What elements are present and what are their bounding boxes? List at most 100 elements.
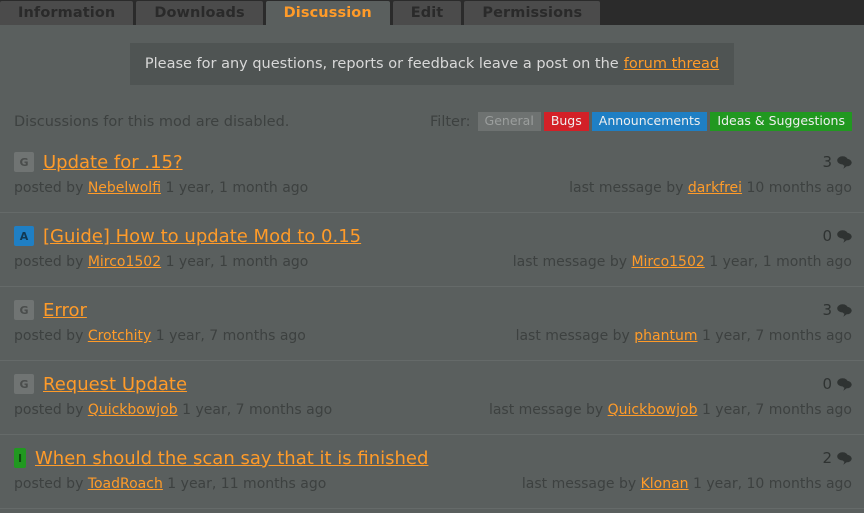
discussion-title-wrap: G Update for .15?	[14, 152, 183, 173]
discussion-row-top: G Error 3	[14, 287, 852, 327]
discussion-row-bottom: posted by Crotchity 1 year, 7 months ago…	[14, 327, 852, 344]
last-message-time: 1 year, 1 month ago	[709, 254, 852, 270]
posted-by-user-link[interactable]: Nebelwolfi	[88, 180, 161, 196]
posted-by-label: posted by	[14, 328, 84, 344]
comment-bubble-icon	[837, 451, 852, 465]
reply-count: 3	[822, 153, 832, 171]
posted-by-label: posted by	[14, 180, 84, 196]
posted-meta: posted by Quickbowjob 1 year, 7 months a…	[14, 402, 332, 418]
banner-text: Please for any questions, reports or fee…	[144, 56, 619, 72]
discussion-title-wrap: A [Guide] How to update Mod to 0.15	[14, 226, 361, 247]
info-banner: Please for any questions, reports or fee…	[130, 43, 734, 85]
tab-downloads[interactable]: Downloads	[136, 1, 263, 25]
reply-count: 0	[822, 375, 832, 393]
reply-count-wrap: 3	[822, 301, 852, 319]
discussion-row[interactable]: A [Guide] How to update Mod to 0.15 0 poste…	[0, 213, 864, 287]
last-message-time: 1 year, 7 months ago	[701, 402, 852, 418]
posted-time: 1 year, 1 month ago	[165, 180, 309, 196]
comment-bubble-icon	[837, 155, 852, 169]
discussion-row-bottom: posted by Nebelwolfi 1 year, 1 month ago…	[14, 179, 852, 196]
posted-time: 1 year, 7 months ago	[182, 402, 333, 418]
posted-by-label: posted by	[14, 476, 84, 492]
reply-count: 2	[822, 449, 832, 467]
posted-time: 1 year, 7 months ago	[155, 328, 306, 344]
reply-count-wrap: 2	[822, 449, 852, 467]
filter-label: Filter:	[430, 113, 471, 130]
last-message-user-link[interactable]: phantum	[634, 328, 697, 344]
last-message-label: last message by	[515, 328, 630, 344]
last-message-time: 10 months ago	[746, 180, 852, 196]
last-message-user-link[interactable]: Mirco1502	[631, 254, 704, 270]
last-message-time: 1 year, 10 months ago	[693, 476, 852, 492]
comment-bubble-icon	[837, 229, 852, 243]
posted-time: 1 year, 1 month ago	[165, 254, 309, 270]
reply-count-wrap: 3	[822, 153, 852, 171]
category-badge[interactable]: G	[14, 300, 34, 320]
filter-tag-bugs[interactable]: Bugs	[543, 111, 589, 132]
discussion-row-bottom: posted by Mirco1502 1 year, 1 month ago l…	[14, 253, 852, 270]
discussion-row[interactable]: I When should the scan say that it is fin…	[0, 435, 864, 509]
last-message-label: last message by	[512, 254, 627, 270]
tab-information[interactable]: Information	[0, 1, 134, 25]
discussion-title-wrap: G Error	[14, 300, 87, 321]
discussion-row-bottom: posted by ToadRoach 1 year, 11 months ag…	[14, 475, 852, 492]
comment-bubble-icon	[837, 303, 852, 317]
discussion-title-link[interactable]: When should the scan say that it is fini…	[35, 448, 428, 469]
last-message-time: 1 year, 7 months ago	[701, 328, 852, 344]
last-message-user-link[interactable]: Quickbowjob	[608, 402, 698, 418]
discussion-title-link[interactable]: [Guide] How to update Mod to 0.15	[43, 226, 361, 247]
posted-by-user-link[interactable]: Quickbowjob	[88, 402, 178, 418]
posted-by-label: posted by	[14, 254, 84, 270]
category-badge[interactable]: G	[14, 374, 34, 394]
last-message-meta: last message by Quickbowjob 1 year, 7 mo…	[489, 402, 852, 418]
last-message-user-link[interactable]: darkfrei	[688, 180, 742, 196]
last-message-meta: last message by Klonan 1 year, 10 months…	[522, 476, 852, 492]
reply-count: 3	[822, 301, 832, 319]
reply-count-wrap: 0	[822, 227, 852, 245]
discussion-title-wrap: G Request Update	[14, 374, 187, 395]
filter-tag-ideas[interactable]: Ideas & Suggestions	[710, 111, 852, 132]
discussion-row[interactable]: G Request Update 0 posted by Quickbowjob 1 …	[0, 361, 864, 435]
category-badge[interactable]: I	[14, 448, 26, 468]
discussion-title-link[interactable]: Error	[43, 300, 87, 321]
filter-tag-group: Filter: General Bugs Announcements Ideas & …	[430, 111, 852, 132]
tab-permissions[interactable]: Permissions	[464, 1, 601, 25]
posted-meta: posted by Mirco1502 1 year, 1 month ago	[14, 254, 308, 270]
posted-by-user-link[interactable]: Mirco1502	[88, 254, 161, 270]
comment-bubble-icon	[837, 377, 852, 391]
category-badge[interactable]: A	[14, 226, 34, 246]
tab-bar: Information Downloads Discussion Edit Permis…	[0, 0, 864, 25]
posted-time: 1 year, 11 months ago	[167, 476, 327, 492]
filter-row: Discussions for this mod are disabled. F…	[0, 108, 864, 135]
last-message-meta: last message by phantum 1 year, 7 months…	[516, 328, 852, 344]
filter-tag-announce[interactable]: Announcements	[591, 111, 708, 132]
discussion-row[interactable]: G Error 3 posted by Crotchity 1 year, 7 mon…	[0, 287, 864, 361]
discussion-title-link[interactable]: Update for .15?	[43, 152, 183, 173]
posted-by-user-link[interactable]: Crotchity	[88, 328, 152, 344]
reply-count: 0	[822, 227, 832, 245]
last-message-label: last message by	[569, 180, 684, 196]
filter-tag-general[interactable]: General	[477, 111, 541, 132]
posted-meta: posted by Crotchity 1 year, 7 months ago	[14, 328, 306, 344]
category-badge[interactable]: G	[14, 152, 34, 172]
last-message-meta: last message by darkfrei 10 months ago	[569, 180, 852, 196]
last-message-label: last message by	[521, 476, 637, 492]
last-message-meta: last message by Mirco1502 1 year, 1 mont…	[513, 254, 852, 270]
posted-meta: posted by Nebelwolfi 1 year, 1 month ago	[14, 180, 308, 196]
discussion-row-top: A [Guide] How to update Mod to 0.15 0	[14, 213, 852, 253]
discussion-list: G Update for .15? 3 posted by Nebelwolfi 1 …	[0, 139, 864, 509]
forum-thread-link[interactable]: forum thread	[624, 56, 719, 72]
reply-count-wrap: 0	[822, 375, 852, 393]
last-message-user-link[interactable]: Klonan	[641, 476, 689, 492]
discussion-title-link[interactable]: Request Update	[43, 374, 187, 395]
tab-discussion[interactable]: Discussion	[265, 1, 390, 25]
discussion-row[interactable]: G Update for .15? 3 posted by Nebelwolfi 1 …	[0, 139, 864, 213]
discussion-row-top: G Update for .15? 3	[14, 139, 852, 179]
tab-edit[interactable]: Edit	[392, 1, 462, 25]
posted-meta: posted by ToadRoach 1 year, 11 months ag…	[14, 476, 326, 492]
discussion-row-bottom: posted by Quickbowjob 1 year, 7 months a…	[14, 401, 852, 418]
discussion-row-top: G Request Update 0	[14, 361, 852, 401]
banner-container: Please for any questions, reports or fee…	[0, 25, 864, 85]
discussion-row-top: I When should the scan say that it is fin…	[14, 435, 852, 475]
posted-by-user-link[interactable]: ToadRoach	[88, 476, 163, 492]
